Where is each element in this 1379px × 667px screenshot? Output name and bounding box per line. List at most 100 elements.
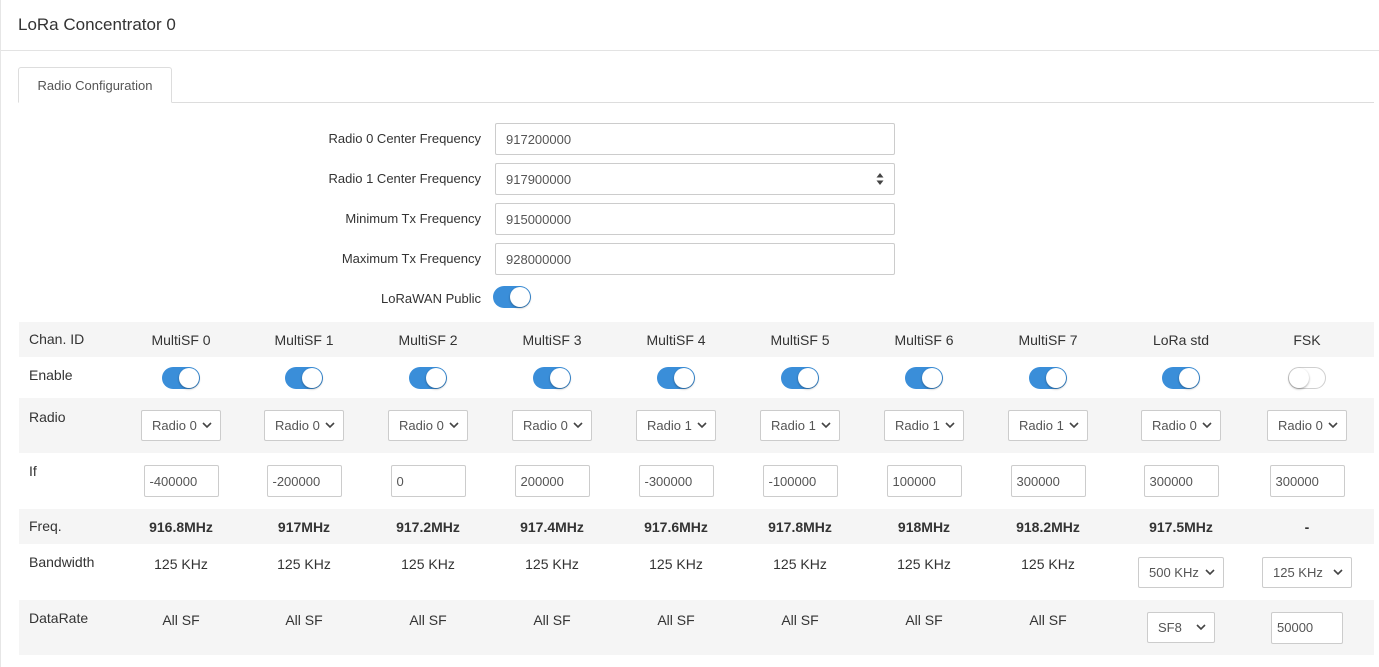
bandwidth-select[interactable]: 500 KHz [1138,556,1224,588]
channel-enable-toggle[interactable] [1029,366,1067,389]
freq-value: 917.8MHz [768,518,832,535]
radio-select[interactable]: Radio 1 [884,410,964,441]
radio-select[interactable]: Radio 0 [388,410,468,441]
if-input[interactable] [1010,465,1086,497]
freq-cell: 917MHz [242,509,366,544]
radio-select[interactable]: Radio 0 [512,410,592,441]
radio-cell: Radio 1 [986,398,1110,453]
spin-arrows-icon[interactable] [876,172,884,186]
tab-radio-configuration[interactable]: Radio Configuration [18,67,172,103]
datarate-value: All SF [1029,612,1067,628]
if-input[interactable] [514,465,590,497]
channel-enable-toggle[interactable] [1288,366,1326,389]
chevron-down-icon [697,422,707,429]
tab-bar: Radio Configuration [18,67,1374,103]
chan-id-cell: LoRa std [1119,322,1243,357]
lora-concentrator-panel: LoRa Concentrator 0 Radio Configuration … [0,0,1379,667]
enable-cell [862,357,986,398]
channel-enable-toggle[interactable] [409,366,447,389]
if-input[interactable] [886,465,962,497]
radio-cell: Radio 1 [862,398,986,453]
if-input[interactable] [266,465,342,497]
toggle-knob [179,367,199,388]
if-input[interactable] [638,465,714,497]
channel-enable-toggle[interactable] [657,366,695,389]
if-cell [119,453,243,509]
bandwidth-value: 125 KHz [277,556,331,572]
enable-cell [1245,357,1369,398]
radio-select[interactable]: Radio 0 [1141,410,1221,441]
bandwidth-select[interactable]: 125 KHz [1262,556,1352,588]
radio-select[interactable]: Radio 1 [1008,410,1088,441]
toggle-knob [510,287,530,307]
bandwidth-cell: 125 KHz [986,544,1110,584]
enable-cell [614,357,738,398]
channel-enable-toggle[interactable] [905,366,943,389]
radio-select[interactable]: Radio 1 [636,410,716,441]
radio-select-value: Radio 0 [275,418,320,433]
radio-select[interactable]: Radio 1 [760,410,840,441]
row-label-datarate: DataRate [29,610,89,626]
radio-select[interactable]: Radio 0 [264,410,344,441]
bandwidth-cell: 125 KHz [366,544,490,584]
if-input[interactable] [762,465,838,497]
radio1-center-label: Radio 1 Center Frequency [328,171,481,186]
radio-select-value: Radio 1 [771,418,816,433]
datarate-select[interactable]: SF8 [1147,612,1215,643]
if-input[interactable] [1269,465,1345,497]
lorawan-public-toggle[interactable] [493,286,531,308]
if-input[interactable] [1143,465,1219,497]
bandwidth-value: 125 KHz [773,556,827,572]
channel-enable-toggle[interactable] [162,366,200,389]
if-cell [366,453,490,509]
datarate-input[interactable] [1271,611,1343,644]
radio-select-value: Radio 0 [399,418,444,433]
bandwidth-cell: 125 KHz [242,544,366,584]
chevron-down-icon [945,422,955,429]
if-cell [242,453,366,509]
radio-cell: Radio 1 [614,398,738,453]
radio-cell: Radio 0 [1119,398,1243,453]
radio-select[interactable]: Radio 0 [141,410,221,441]
chevron-down-icon [1202,422,1212,429]
radio-select-value: Radio 1 [1019,418,1064,433]
max-tx-row: Maximum Tx Frequency [1,243,901,275]
lorawan-public-label: LoRaWAN Public [381,291,481,306]
enable-cell [490,357,614,398]
toggle-knob [674,367,694,388]
min-tx-label: Minimum Tx Frequency [345,211,481,226]
freq-cell: 918MHz [862,509,986,544]
toggle-knob [550,367,570,388]
toggle-knob [426,367,446,388]
min-tx-input[interactable] [495,203,895,235]
chevron-down-icon [573,422,583,429]
radio1-center-input[interactable] [495,163,895,195]
datarate-cell: All SF [366,600,490,640]
chevron-down-icon [202,422,212,429]
chan-id-cell: MultiSF 0 [119,322,243,357]
channel-enable-toggle[interactable] [285,366,323,389]
chevron-down-icon [1328,422,1338,429]
if-input[interactable] [143,465,219,497]
radio1-center-row: Radio 1 Center Frequency [1,163,901,195]
channel-enable-toggle[interactable] [1162,366,1200,389]
datarate-value: All SF [285,612,323,628]
channel-enable-toggle[interactable] [781,366,819,389]
radio-cell: Radio 0 [119,398,243,453]
datarate-select-value: SF8 [1158,620,1182,635]
max-tx-label: Maximum Tx Frequency [341,251,481,266]
toggle-knob [922,367,942,388]
radio0-center-input[interactable] [495,123,895,155]
radio-select[interactable]: Radio 0 [1267,410,1347,441]
datarate-value: All SF [409,612,447,628]
if-cell [614,453,738,509]
if-input[interactable] [390,465,466,497]
enable-cell [242,357,366,398]
bandwidth-cell: 125 KHz [119,544,243,584]
lorawan-public-row: LoRaWAN Public [1,283,901,315]
datarate-value: All SF [657,612,695,628]
max-tx-input[interactable] [495,243,895,275]
freq-cell: 917.2MHz [366,509,490,544]
chan-id-cell: MultiSF 5 [738,322,862,357]
channel-enable-toggle[interactable] [533,366,571,389]
